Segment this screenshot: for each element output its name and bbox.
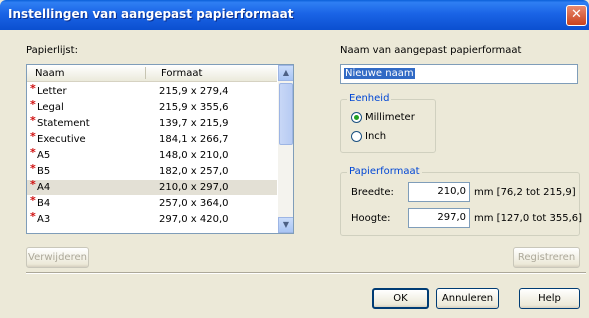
radio-millimeter-label[interactable]: Millimeter [365,112,415,123]
radio-inch-label[interactable]: Inch [365,131,386,142]
paper-list-label: Papierlijst: [26,45,78,56]
list-item-name: Executive [37,134,86,145]
list-item-name: A3 [37,214,51,225]
list-item[interactable]: * Legal 215,9 x 355,6 [27,98,277,115]
unit-group: Eenheid [340,93,436,153]
window-title: Instellingen van aangepast papierformaat [8,7,294,21]
width-input[interactable]: 210,0 [408,182,470,202]
title-bar[interactable]: Instellingen van aangepast papierformaat… [0,0,589,30]
paper-list-header: Naam Formaat [27,65,277,82]
divider [26,272,586,274]
height-label: Hoogte: [351,213,391,224]
register-button[interactable]: Registreren [513,247,580,268]
radio-millimeter[interactable] [351,112,362,123]
unit-group-label: Eenheid [347,93,392,104]
list-item-format: 215,9 x 355,6 [159,102,229,113]
list-item-format: 182,0 x 257,0 [159,166,229,177]
vertical-scrollbar[interactable]: ▲ ▼ [278,65,293,233]
list-item[interactable]: * Executive 184,1 x 266,7 [27,130,277,147]
required-marker-icon: * [30,82,36,95]
list-item-name: B4 [37,198,51,209]
column-separator[interactable] [145,67,146,79]
height-range: mm [127,0 tot 355,6] [474,213,583,224]
required-marker-icon: * [30,178,36,191]
paper-format-group-label: Papierformaat [347,166,422,177]
help-button[interactable]: Help [519,288,580,309]
required-marker-icon: * [30,98,36,111]
list-item[interactable]: * A3 297,0 x 420,0 [27,210,277,227]
list-item-format: 215,9 x 279,4 [159,86,229,97]
width-value: 210,0 [437,186,466,197]
height-value: 297,0 [437,212,466,223]
radio-inch[interactable] [351,131,362,142]
custom-name-input[interactable]: Nieuwe naam [340,64,578,84]
required-marker-icon: * [30,114,36,127]
list-item-name: A5 [37,150,51,161]
custom-name-value: Nieuwe naam [344,68,415,79]
scroll-down-icon[interactable]: ▼ [278,217,293,233]
list-item-format: 139,7 x 215,9 [159,118,229,129]
height-input[interactable]: 297,0 [408,208,470,228]
width-range: mm [76,2 tot 215,9] [474,187,576,198]
list-item-format: 297,0 x 420,0 [159,214,229,225]
delete-button[interactable]: Verwijderen [26,247,89,268]
list-item-name: Legal [37,102,64,113]
required-marker-icon: * [30,162,36,175]
list-item-name: A4 [37,182,51,193]
paper-list[interactable]: Naam Formaat * Letter 215,9 x 279,4 * Legal 2… [26,64,294,234]
radio-selected-dot [354,115,359,120]
close-icon[interactable]: ✕ [566,5,587,26]
list-item[interactable]: * A4 210,0 x 297,0 [27,178,277,195]
width-label: Breedte: [351,187,394,198]
list-item-format: 210,0 x 297,0 [159,182,229,193]
list-item-format: 148,0 x 210,0 [159,150,229,161]
list-item-name: B5 [37,166,51,177]
required-marker-icon: * [30,210,36,223]
list-item[interactable]: * A5 148,0 x 210,0 [27,146,277,163]
list-item-name: Letter [37,86,67,97]
list-item-name: Statement [37,118,90,129]
list-item[interactable]: * Statement 139,7 x 215,9 [27,114,277,131]
scroll-up-icon[interactable]: ▲ [278,65,293,81]
required-marker-icon: * [30,146,36,159]
cancel-button[interactable]: Annuleren [436,288,499,309]
list-item-format: 184,1 x 266,7 [159,134,229,145]
list-item[interactable]: * B5 182,0 x 257,0 [27,162,277,179]
column-header-format[interactable]: Formaat [161,68,202,79]
list-item-format: 257,0 x 364,0 [159,198,229,209]
scroll-thumb[interactable] [279,83,293,145]
ok-button[interactable]: OK [372,288,429,309]
list-item[interactable]: * Letter 215,9 x 279,4 [27,82,277,99]
column-header-name[interactable]: Naam [35,68,64,79]
required-marker-icon: * [30,130,36,143]
custom-name-label: Naam van aangepast papierformaat [340,45,522,56]
required-marker-icon: * [30,194,36,207]
list-item[interactable]: * B4 257,0 x 364,0 [27,194,277,211]
